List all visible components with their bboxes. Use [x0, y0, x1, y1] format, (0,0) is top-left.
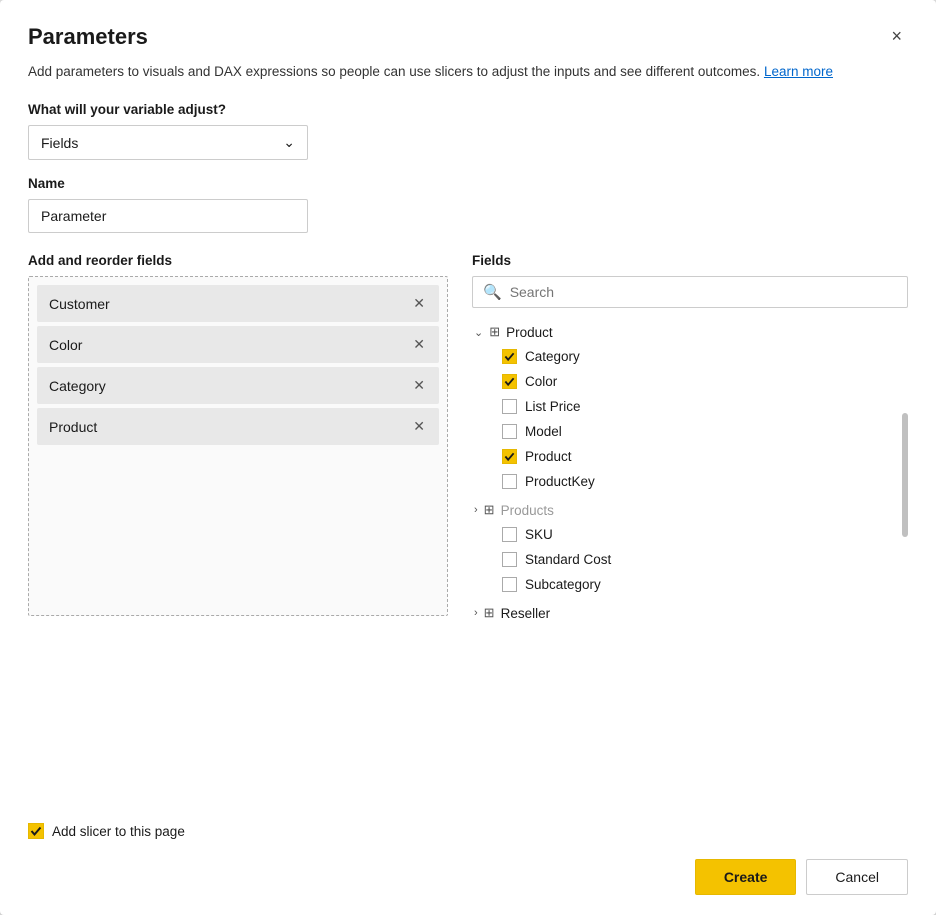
- table-icon: ⊞: [484, 502, 495, 518]
- search-box: 🔍: [472, 276, 908, 308]
- add-slicer-label: Add slicer to this page: [52, 824, 185, 839]
- tree-group-header[interactable]: › ⊞ Products: [472, 498, 904, 522]
- tree-item-checkbox[interactable]: [502, 552, 517, 567]
- list-item[interactable]: Product ✕: [37, 408, 439, 445]
- tree-group: ⌄ ⊞ Product Category: [472, 320, 904, 494]
- list-item[interactable]: Category ✕: [37, 367, 439, 404]
- tree-item-checkbox[interactable]: [502, 424, 517, 439]
- scrollbar-thumb[interactable]: [902, 413, 908, 537]
- fields-list-section-label: Add and reorder fields: [28, 253, 448, 268]
- description-text: Add parameters to visuals and DAX expres…: [28, 64, 760, 79]
- chevron-icon: ›: [474, 607, 478, 619]
- name-input[interactable]: [28, 199, 308, 233]
- search-icon: 🔍: [483, 283, 502, 301]
- tree-item[interactable]: SKU: [500, 522, 904, 547]
- tree-item-checkbox[interactable]: [502, 374, 517, 389]
- tree-item[interactable]: ProductKey: [500, 469, 904, 494]
- tree-item-label: List Price: [525, 399, 581, 414]
- tree-item-label: Category: [525, 349, 580, 364]
- check-icon: [30, 825, 42, 837]
- tree-children: Category Color List Price Model: [500, 344, 904, 494]
- main-content: Add and reorder fields Customer ✕ Color …: [0, 233, 936, 807]
- tree-group-header[interactable]: ⌄ ⊞ Product: [472, 320, 904, 344]
- tree-group-label: Product: [506, 325, 553, 340]
- dialog-title: Parameters: [28, 24, 148, 50]
- dialog-description: Add parameters to visuals and DAX expres…: [0, 50, 936, 82]
- tree-item-label: Model: [525, 424, 562, 439]
- parameters-dialog: Parameters × Add parameters to visuals a…: [0, 0, 936, 915]
- tree-item[interactable]: Category: [500, 344, 904, 369]
- close-button[interactable]: ×: [885, 24, 908, 49]
- tree-item-label: Color: [525, 374, 557, 389]
- field-item-remove[interactable]: ✕: [411, 377, 427, 394]
- tree-item-checkbox[interactable]: [502, 399, 517, 414]
- learn-more-link[interactable]: Learn more: [764, 64, 833, 79]
- tree-group-label: Reseller: [501, 606, 551, 621]
- field-item-remove[interactable]: ✕: [411, 295, 427, 312]
- tree-item-checkbox[interactable]: [502, 349, 517, 364]
- tree-group-label: Products: [501, 503, 554, 518]
- tree-item-label: SKU: [525, 527, 553, 542]
- field-item-label: Customer: [49, 296, 110, 312]
- variable-section-label: What will your variable adjust?: [28, 102, 908, 117]
- field-item-remove[interactable]: ✕: [411, 418, 427, 435]
- tree-item[interactable]: List Price: [500, 394, 904, 419]
- tree-item-checkbox[interactable]: [502, 527, 517, 542]
- fields-list-container: Customer ✕ Color ✕ Category ✕ Product ✕: [28, 276, 448, 616]
- tree-item-checkbox[interactable]: [502, 474, 517, 489]
- right-panel: Fields 🔍 ⌄ ⊞ Product Category: [472, 253, 908, 807]
- field-item-label: Product: [49, 419, 97, 435]
- check-icon: [504, 451, 515, 462]
- tree-children: SKU Standard Cost Subcategory: [500, 522, 904, 597]
- search-input[interactable]: [510, 284, 897, 300]
- tree-item[interactable]: Standard Cost: [500, 547, 904, 572]
- tree-item[interactable]: Product: [500, 444, 904, 469]
- create-button[interactable]: Create: [695, 859, 797, 895]
- cancel-button[interactable]: Cancel: [806, 859, 908, 895]
- list-item[interactable]: Color ✕: [37, 326, 439, 363]
- check-icon: [504, 351, 515, 362]
- tree-item[interactable]: Color: [500, 369, 904, 394]
- tree-item-label: Product: [525, 449, 572, 464]
- variable-section: What will your variable adjust? Fields ⌄: [0, 82, 936, 160]
- tree-item-label: Subcategory: [525, 577, 601, 592]
- chevron-icon: ⌄: [474, 326, 483, 339]
- tree-item-checkbox[interactable]: [502, 577, 517, 592]
- tree-item[interactable]: Subcategory: [500, 572, 904, 597]
- tree-item[interactable]: Model: [500, 419, 904, 444]
- dialog-header: Parameters ×: [0, 0, 936, 50]
- tree-item-label: Standard Cost: [525, 552, 611, 567]
- field-item-label: Category: [49, 378, 106, 394]
- name-section: Name: [0, 160, 936, 233]
- chevron-down-icon: ⌄: [283, 134, 295, 151]
- left-panel: Add and reorder fields Customer ✕ Color …: [28, 253, 448, 807]
- tree-item-checkbox[interactable]: [502, 449, 517, 464]
- tree-group-header[interactable]: › ⊞ Reseller: [472, 601, 904, 625]
- check-icon: [504, 376, 515, 387]
- table-icon: ⊞: [484, 605, 495, 621]
- name-section-label: Name: [28, 176, 908, 191]
- tree-group: › ⊞ Products SKU Standard Cost Subcatego…: [472, 498, 904, 597]
- table-icon: ⊞: [489, 324, 500, 340]
- fields-tree: ⌄ ⊞ Product Category: [472, 320, 908, 629]
- field-item-remove[interactable]: ✕: [411, 336, 427, 353]
- list-item[interactable]: Customer ✕: [37, 285, 439, 322]
- dialog-footer: Create Cancel: [0, 839, 936, 915]
- add-slicer-row: Add slicer to this page: [0, 807, 936, 839]
- chevron-icon: ›: [474, 504, 478, 516]
- add-slicer-checkbox[interactable]: [28, 823, 44, 839]
- fields-panel-label: Fields: [472, 253, 908, 268]
- tree-group: › ⊞ Reseller: [472, 601, 904, 625]
- tree-item-label: ProductKey: [525, 474, 595, 489]
- dropdown-value: Fields: [41, 135, 78, 151]
- variable-dropdown[interactable]: Fields ⌄: [28, 125, 308, 160]
- field-item-label: Color: [49, 337, 82, 353]
